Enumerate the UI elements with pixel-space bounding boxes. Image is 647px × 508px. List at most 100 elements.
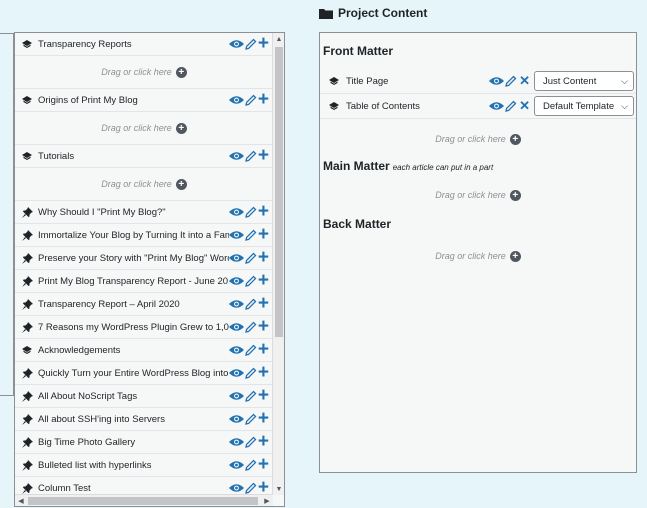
- template-select[interactable]: Default Template ⌵: [534, 96, 634, 116]
- plus-icon[interactable]: +: [258, 455, 269, 474]
- eye-icon[interactable]: [228, 483, 244, 493]
- back-matter-drop-zone[interactable]: Drag or click here +: [320, 231, 636, 281]
- pencil-icon[interactable]: [245, 298, 257, 310]
- add-circle-icon[interactable]: +: [509, 250, 521, 262]
- plus-icon[interactable]: +: [258, 90, 269, 109]
- pencil-icon[interactable]: [505, 100, 517, 112]
- row-actions: +: [228, 294, 273, 313]
- plus-icon[interactable]: +: [258, 34, 269, 53]
- post-row[interactable]: All About NoScript Tags +: [15, 385, 273, 408]
- pencil-icon[interactable]: [245, 206, 257, 218]
- book-icon: [21, 152, 33, 160]
- post-row[interactable]: Why Should I "Print My Blog?" +: [15, 201, 273, 224]
- eye-icon[interactable]: [228, 151, 244, 161]
- post-row[interactable]: 7 Reasons my WordPress Plugin Grew to 1,…: [15, 316, 273, 339]
- pencil-icon[interactable]: [245, 252, 257, 264]
- front-matter-drop-zone[interactable]: Drag or click here +: [320, 119, 636, 159]
- page-row[interactable]: Tutorials +: [15, 145, 273, 168]
- plus-icon[interactable]: +: [258, 478, 269, 497]
- scroll-thumb-horizontal[interactable]: [28, 497, 258, 505]
- post-row[interactable]: All about SSH'ing into Servers +: [15, 408, 273, 431]
- eye-icon[interactable]: [228, 276, 244, 286]
- pencil-icon[interactable]: [245, 150, 257, 162]
- plus-icon[interactable]: +: [258, 294, 269, 313]
- eye-icon[interactable]: [229, 506, 244, 507]
- eye-icon[interactable]: [228, 460, 244, 470]
- add-circle-icon[interactable]: +: [509, 189, 521, 201]
- pencil-icon[interactable]: [245, 459, 257, 471]
- pencil-icon[interactable]: [245, 94, 257, 106]
- page-row[interactable]: Title Page ✕ Just Content ⌵: [320, 69, 636, 94]
- eye-icon[interactable]: [228, 437, 244, 447]
- row-actions: +: [228, 248, 273, 267]
- vertical-scrollbar[interactable]: ▲ ▼: [272, 33, 284, 495]
- plus-icon[interactable]: +: [258, 432, 269, 451]
- pencil-icon[interactable]: [245, 367, 257, 379]
- pencil-icon[interactable]: [505, 75, 517, 87]
- scroll-thumb[interactable]: [275, 47, 283, 337]
- horizontal-scrollbar[interactable]: ◀ ▶: [15, 494, 273, 506]
- eye-icon[interactable]: [228, 345, 244, 355]
- eye-icon[interactable]: [228, 299, 244, 309]
- drop-zone[interactable]: Drag or click here +: [15, 168, 273, 201]
- page-row[interactable]: Acknowledgements +: [15, 339, 273, 362]
- pencil-icon[interactable]: [245, 38, 257, 50]
- page-row[interactable]: Table of Contents ✕ Default Template ⌵: [320, 94, 636, 119]
- pencil-icon[interactable]: [245, 344, 257, 356]
- plus-icon[interactable]: +: [258, 340, 269, 359]
- eye-icon[interactable]: [228, 95, 244, 105]
- plus-icon[interactable]: +: [258, 248, 269, 267]
- eye-icon[interactable]: [228, 322, 244, 332]
- eye-icon[interactable]: [228, 368, 244, 378]
- eye-icon[interactable]: [228, 253, 244, 263]
- scroll-down-icon[interactable]: ▼: [273, 483, 284, 495]
- pencil-icon[interactable]: [245, 413, 257, 425]
- book-icon: [21, 346, 33, 354]
- template-select[interactable]: Just Content ⌵: [534, 71, 634, 91]
- post-row[interactable]: Quickly Turn your Entire WordPress Blog …: [15, 362, 273, 385]
- pencil-icon[interactable]: [245, 321, 257, 333]
- post-row[interactable]: Immortalize Your Blog by Turning It into…: [15, 224, 273, 247]
- post-row[interactable]: Print My Blog Transparency Report - June…: [15, 270, 273, 293]
- main-matter-drop-zone[interactable]: Drag or click here +: [320, 173, 636, 217]
- scroll-up-icon[interactable]: ▲: [273, 33, 284, 45]
- add-circle-icon[interactable]: +: [175, 178, 187, 190]
- eye-icon[interactable]: [489, 76, 505, 86]
- pencil-icon[interactable]: [245, 482, 257, 494]
- drop-zone[interactable]: Drag or click here +: [15, 112, 273, 145]
- plus-icon[interactable]: +: [258, 146, 269, 165]
- eye-icon[interactable]: [228, 207, 244, 217]
- add-circle-icon[interactable]: +: [175, 66, 187, 78]
- pencil-icon[interactable]: [245, 229, 257, 241]
- row-title: All About NoScript Tags: [38, 390, 138, 402]
- scroll-right-icon[interactable]: ▶: [261, 495, 273, 506]
- eye-icon[interactable]: [228, 39, 244, 49]
- drop-zone[interactable]: Drag or click here +: [15, 56, 273, 89]
- plus-icon[interactable]: +: [258, 225, 269, 244]
- pencil-icon[interactable]: [245, 436, 257, 448]
- template-select-value: Default Template: [543, 100, 615, 112]
- plus-icon[interactable]: +: [258, 271, 269, 290]
- post-row[interactable]: Bulleted list with hyperlinks +: [15, 454, 273, 477]
- page-row[interactable]: Transparency Reports +: [15, 33, 273, 56]
- post-row[interactable]: Transparency Report – April 2020 +: [15, 293, 273, 316]
- eye-icon[interactable]: [489, 101, 505, 111]
- x-icon[interactable]: ✕: [519, 74, 530, 87]
- plus-icon[interactable]: +: [258, 202, 269, 221]
- add-circle-icon[interactable]: +: [175, 122, 187, 134]
- pencil-icon[interactable]: [245, 390, 257, 402]
- plus-icon[interactable]: +: [258, 386, 269, 405]
- post-row[interactable]: Preserve your Story with "Print My Blog"…: [15, 247, 273, 270]
- plus-icon[interactable]: +: [258, 363, 269, 382]
- eye-icon[interactable]: [228, 230, 244, 240]
- pencil-icon[interactable]: [245, 275, 257, 287]
- x-icon[interactable]: ✕: [519, 99, 530, 112]
- eye-icon[interactable]: [228, 414, 244, 424]
- scroll-left-icon[interactable]: ◀: [15, 495, 27, 506]
- add-circle-icon[interactable]: +: [509, 133, 521, 145]
- page-row[interactable]: Origins of Print My Blog +: [15, 89, 273, 112]
- plus-icon[interactable]: +: [258, 317, 269, 336]
- eye-icon[interactable]: [228, 391, 244, 401]
- post-row[interactable]: Big Time Photo Gallery +: [15, 431, 273, 454]
- plus-icon[interactable]: +: [258, 409, 269, 428]
